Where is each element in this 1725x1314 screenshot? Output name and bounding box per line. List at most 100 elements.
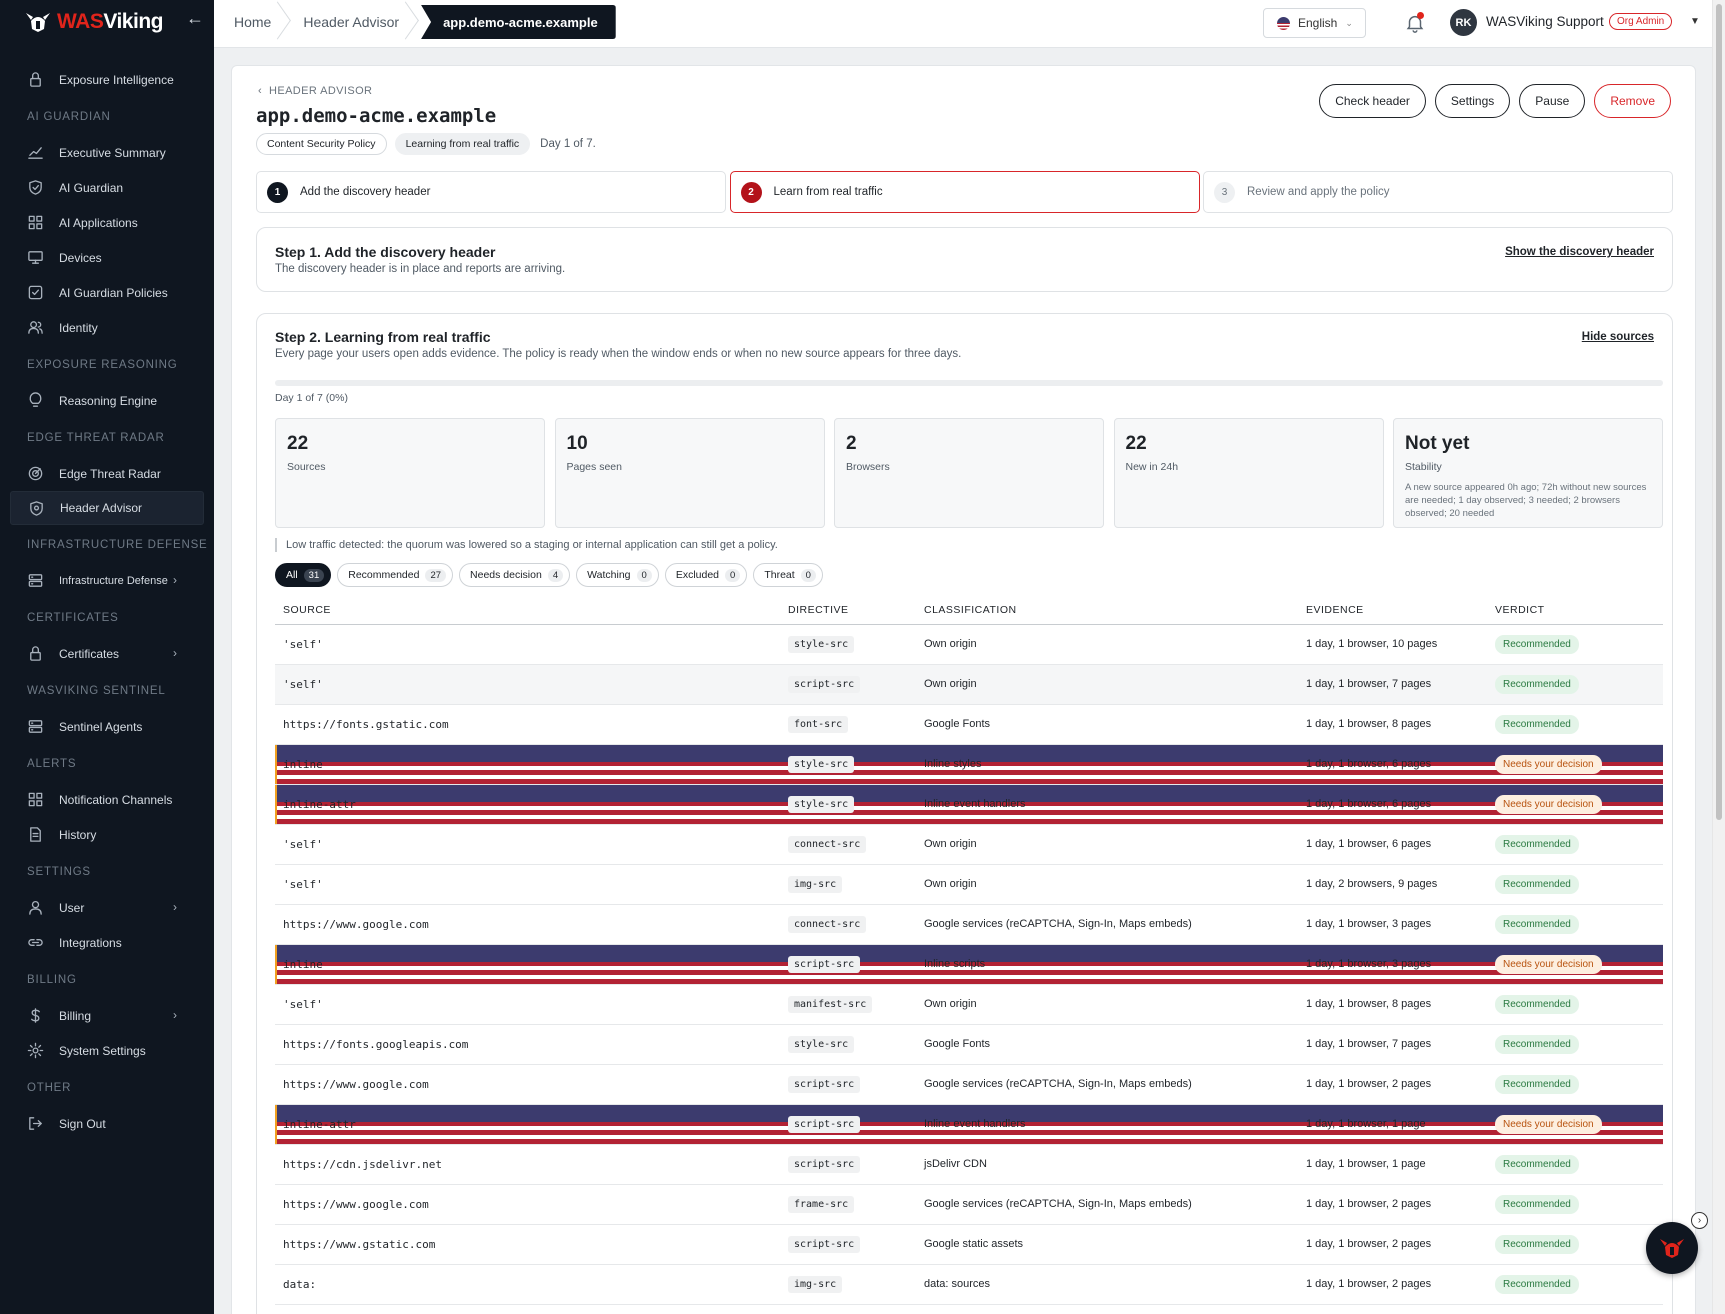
table-row[interactable]: https://www.google.com script-src Google s… bbox=[275, 1064, 1663, 1105]
table-row[interactable]: 'self' manifest-src Own origin 1 day, 1 bro… bbox=[275, 984, 1663, 1025]
verdict-cell: Recommended bbox=[1487, 624, 1663, 665]
sidebar-item-ai-guardian-policies[interactable]: AI Guardian Policies bbox=[0, 275, 214, 310]
col-source[interactable]: SOURCE bbox=[275, 596, 780, 625]
directive-cell: font-src bbox=[780, 704, 916, 745]
sidebar-item-sign-out[interactable]: Sign Out bbox=[0, 1106, 214, 1141]
verdict-badge[interactable]: Recommended bbox=[1495, 1074, 1579, 1094]
col-directive[interactable]: DIRECTIVE bbox=[780, 596, 916, 625]
verdict-badge[interactable]: Recommended bbox=[1495, 1194, 1579, 1214]
table-row[interactable]: data: img-src data: sources 1 day, 1 browse… bbox=[275, 1264, 1663, 1305]
verdict-badge[interactable]: Recommended bbox=[1495, 874, 1579, 894]
verdict-badge[interactable]: Recommended bbox=[1495, 634, 1579, 654]
table-row[interactable]: inline-attr style-src Inline event handler… bbox=[275, 784, 1663, 825]
collapse-sidebar-icon[interactable]: ← bbox=[186, 8, 204, 29]
avatar[interactable]: RK bbox=[1450, 9, 1477, 36]
page-scrollbar[interactable] bbox=[1712, 0, 1725, 1314]
assistant-button[interactable] bbox=[1646, 1222, 1698, 1274]
filter-watching[interactable]: Watching 0 bbox=[576, 563, 659, 587]
verdict-badge[interactable]: Needs your decision bbox=[1495, 794, 1602, 814]
breadcrumb-home[interactable]: Home bbox=[224, 5, 293, 39]
filter-all[interactable]: All 31 bbox=[275, 563, 332, 587]
sidebar-item-exposure-intelligence[interactable]: Exposure Intelligence bbox=[0, 62, 214, 97]
verdict-badge[interactable]: Needs your decision bbox=[1495, 1114, 1602, 1134]
show-discovery-header-link[interactable]: Show the discovery header bbox=[1505, 246, 1654, 258]
assistant-close-icon[interactable]: › bbox=[1691, 1212, 1708, 1229]
step2-title: Step 2. Learning from real traffic bbox=[275, 329, 491, 345]
verdict-badge[interactable]: Recommended bbox=[1495, 834, 1579, 854]
sidebar-item-history[interactable]: History bbox=[0, 817, 214, 852]
directive-tag: script-src bbox=[788, 1155, 861, 1173]
table-row[interactable]: https://www.google.com connect-src Google … bbox=[275, 904, 1663, 945]
table-row[interactable]: inline style-src Inline styles 1 day, 1 bro… bbox=[275, 744, 1663, 785]
language-select[interactable]: English ⌄ bbox=[1263, 8, 1366, 38]
sidebar-item-identity[interactable]: Identity bbox=[0, 310, 214, 345]
col-evidence[interactable]: EVIDENCE bbox=[1298, 596, 1487, 625]
sidebar-item-user[interactable]: User › bbox=[0, 890, 214, 925]
user-name[interactable]: WASViking Support bbox=[1486, 14, 1604, 29]
sidebar-item-notification-channels[interactable]: Notification Channels bbox=[0, 782, 214, 817]
sidebar-item-infrastructure-defense[interactable]: Infrastructure Defense › bbox=[0, 563, 214, 598]
table-row[interactable]: https://cdn.jsdelivr.net script-src jsDeli… bbox=[275, 1144, 1663, 1185]
scrollbar-thumb[interactable] bbox=[1716, 4, 1722, 820]
table-row[interactable]: https://fonts.gstatic.com font-src Google … bbox=[275, 704, 1663, 745]
verdict-badge[interactable]: Recommended bbox=[1495, 674, 1579, 694]
verdict-badge[interactable]: Recommended bbox=[1495, 1234, 1579, 1254]
sidebar-item-ai-applications[interactable]: AI Applications bbox=[0, 205, 214, 240]
sidebar-item-sentinel-agents[interactable]: Sentinel Agents bbox=[0, 709, 214, 744]
table-row[interactable]: 'self' style-src Own origin 1 day, 1 browse… bbox=[275, 624, 1663, 665]
filter-threat[interactable]: Threat 0 bbox=[753, 563, 823, 587]
verdict-badge[interactable]: Recommended bbox=[1495, 994, 1579, 1014]
sidebar-item-edge-threat-radar[interactable]: Edge Threat Radar bbox=[0, 456, 214, 491]
verdict-badge[interactable]: Recommended bbox=[1495, 914, 1579, 934]
verdict-badge[interactable]: Recommended bbox=[1495, 1034, 1579, 1054]
sidebar-item-certificates[interactable]: Certificates › bbox=[0, 636, 214, 671]
sidebar-item-system-settings[interactable]: System Settings bbox=[0, 1033, 214, 1068]
remove-button[interactable]: Remove bbox=[1594, 84, 1671, 118]
radar-icon bbox=[27, 465, 44, 482]
filter-label: Recommended bbox=[348, 569, 420, 581]
step-1[interactable]: 1 Add the discovery header bbox=[256, 171, 726, 213]
verdict-badge[interactable]: Needs your decision bbox=[1495, 754, 1602, 774]
sidebar-item-integrations[interactable]: Integrations bbox=[0, 925, 214, 960]
check-header-button[interactable]: Check header bbox=[1319, 84, 1426, 118]
user-menu-caret-icon[interactable]: ▼ bbox=[1690, 16, 1700, 27]
filter-needs-decision[interactable]: Needs decision 4 bbox=[459, 563, 571, 587]
back-link[interactable]: ‹ HEADER ADVISOR bbox=[258, 85, 372, 97]
col-classification[interactable]: CLASSIFICATION bbox=[916, 596, 1298, 625]
step-3[interactable]: 3 Review and apply the policy bbox=[1203, 171, 1673, 213]
hide-sources-link[interactable]: Hide sources bbox=[1582, 331, 1654, 343]
brand-logo[interactable]: WASViking ← bbox=[0, 0, 214, 44]
table-row[interactable]: 'self' connect-src Own origin 1 day, 1 brow… bbox=[275, 824, 1663, 865]
filter-recommended[interactable]: Recommended 27 bbox=[337, 563, 454, 587]
verdict-cell: Recommended bbox=[1487, 1224, 1663, 1265]
stat-label: Pages seen bbox=[566, 461, 622, 473]
settings-button[interactable]: Settings bbox=[1434, 84, 1511, 118]
table-row[interactable]: 'self' img-src Own origin 1 day, 2 browsers… bbox=[275, 864, 1663, 905]
table-row[interactable]: https://fonts.googleapis.com style-src Goo… bbox=[275, 1024, 1663, 1065]
breadcrumb-header-advisor[interactable]: Header Advisor bbox=[293, 5, 421, 39]
sidebar-item-devices[interactable]: Devices bbox=[0, 240, 214, 275]
verdict-badge[interactable]: Recommended bbox=[1495, 714, 1579, 734]
table-row[interactable]: inline-attr script-src Inline event handle… bbox=[275, 1104, 1663, 1145]
sidebar-item-billing[interactable]: Billing › bbox=[0, 998, 214, 1033]
step-2[interactable]: 2 Learn from real traffic bbox=[729, 171, 1200, 213]
lightbulb-icon bbox=[27, 392, 44, 409]
pause-button[interactable]: Pause bbox=[1519, 84, 1586, 118]
sidebar-item-executive-summary[interactable]: Executive Summary bbox=[0, 135, 214, 170]
verdict-badge[interactable]: Recommended bbox=[1495, 1154, 1579, 1174]
verdict-badge[interactable]: Needs your decision bbox=[1495, 954, 1602, 974]
sidebar-item-reasoning-engine[interactable]: Reasoning Engine bbox=[0, 383, 214, 418]
table-row[interactable]: inline script-src Inline scripts 1 day, 1 b… bbox=[275, 944, 1663, 985]
filter-excluded[interactable]: Excluded 0 bbox=[664, 563, 748, 587]
sidebar-item-header-advisor[interactable]: Header Advisor bbox=[10, 491, 204, 525]
page-title: app.demo-acme.example bbox=[256, 105, 497, 127]
sidebar-section-edge-threat-radar: EDGE THREAT RADAR bbox=[27, 432, 165, 444]
verdict-badge[interactable]: Recommended bbox=[1495, 1274, 1579, 1294]
sidebar-item-ai-guardian[interactable]: AI Guardian bbox=[0, 170, 214, 205]
col-verdict[interactable]: VERDICT bbox=[1487, 596, 1663, 625]
table-row[interactable]: 'self' script-src Own origin 1 day, 1 brows… bbox=[275, 664, 1663, 705]
source-cell: 'self' bbox=[275, 864, 780, 905]
table-row[interactable]: https://www.google.com frame-src Google se… bbox=[275, 1184, 1663, 1225]
dollar-icon bbox=[27, 1007, 44, 1024]
table-row[interactable]: https://www.gstatic.com script-src Google … bbox=[275, 1224, 1663, 1265]
